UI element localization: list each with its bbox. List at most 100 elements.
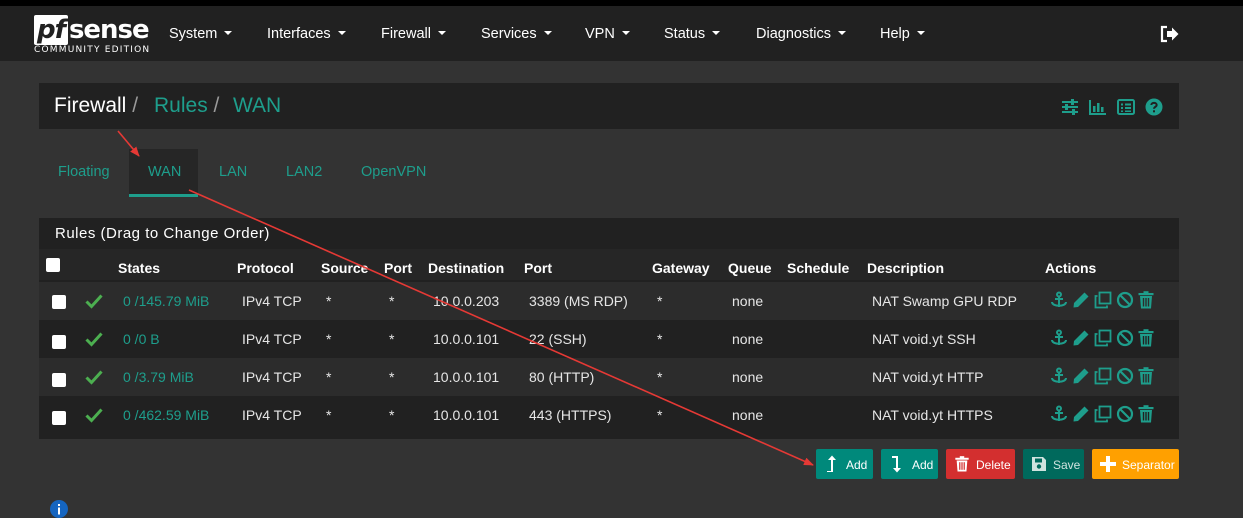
states-link[interactable]: 0 /145.79 MiB — [123, 293, 209, 309]
nav-services[interactable]: Services — [481, 26, 552, 42]
column-header-actions: Actions — [1045, 260, 1097, 276]
nav-vpn[interactable]: VPN — [585, 26, 630, 42]
bar-chart-icon[interactable] — [1089, 98, 1107, 116]
queue-cell: none — [732, 331, 764, 347]
protocol-cell: IPv4 TCP — [242, 407, 302, 423]
question-circle-icon[interactable] — [1145, 98, 1163, 116]
copy-icon[interactable] — [1094, 291, 1112, 309]
column-header-protocol[interactable]: Protocol — [237, 260, 294, 276]
nav-firewall[interactable]: Firewall — [381, 26, 446, 42]
separator-label: Separator — [1122, 458, 1175, 472]
states-link[interactable]: 0 /462.59 MiB — [123, 407, 209, 423]
add-rule-top-button[interactable]: Add — [816, 449, 873, 479]
sliders-icon[interactable] — [1061, 98, 1079, 116]
logo-wordmark: pf sense — [34, 15, 150, 45]
states-link[interactable]: 0 /3.79 MiB — [123, 369, 194, 385]
logo-edition: COMMUNITY EDITION — [34, 45, 151, 55]
column-header-source-port[interactable]: Port — [384, 260, 412, 276]
pencil-icon[interactable] — [1072, 291, 1090, 309]
pencil-icon[interactable] — [1072, 329, 1090, 347]
level-up-icon — [827, 455, 836, 472]
tab-floating[interactable]: Floating — [58, 164, 110, 180]
trash-icon[interactable] — [1137, 367, 1155, 385]
select-all-checkbox[interactable] — [46, 258, 60, 272]
list-alt-icon[interactable] — [1117, 98, 1135, 116]
row-select-checkbox[interactable] — [52, 373, 66, 387]
description-cell: NAT void.yt HTTPS — [872, 407, 993, 423]
trash-icon[interactable] — [1137, 291, 1155, 309]
add-rule-bottom-button[interactable]: Add — [881, 449, 938, 479]
tab-lan2[interactable]: LAN2 — [286, 164, 322, 180]
row-select-checkbox[interactable] — [52, 411, 66, 425]
nav-interfaces[interactable]: Interfaces — [267, 26, 346, 42]
breadcrumb-rules[interactable]: Rules / — [154, 94, 219, 118]
tab-lan[interactable]: LAN — [219, 164, 247, 180]
pfsense-logo[interactable]: pf sense COMMUNITY EDITION — [34, 15, 150, 57]
row-select-checkbox[interactable] — [52, 335, 66, 349]
destination-port-cell: 3389 (MS RDP) — [529, 293, 628, 309]
tab-wan[interactable]: WAN — [148, 164, 181, 180]
trash-icon[interactable] — [1137, 329, 1155, 347]
column-header-queue[interactable]: Queue — [728, 260, 772, 276]
anchor-icon[interactable] — [1050, 405, 1068, 423]
source-port-cell: * — [389, 331, 395, 347]
ban-icon[interactable] — [1116, 291, 1134, 309]
gateway-cell: * — [657, 293, 663, 309]
info-icon[interactable] — [50, 500, 68, 518]
column-header-destination-port[interactable]: Port — [524, 260, 552, 276]
delete-label: Delete — [976, 458, 1011, 472]
sign-out-icon[interactable] — [1160, 25, 1180, 43]
table-header: States Protocol Source Port Destination … — [39, 249, 1179, 280]
column-header-states[interactable]: States — [118, 260, 160, 276]
breadcrumb-wan[interactable]: WAN — [233, 94, 281, 118]
caret-down-icon — [224, 31, 233, 36]
trash-icon[interactable] — [1137, 405, 1155, 423]
row-select-checkbox[interactable] — [52, 295, 66, 309]
description-cell: NAT void.yt SSH — [872, 331, 976, 347]
anchor-icon[interactable] — [1050, 291, 1068, 309]
copy-icon[interactable] — [1094, 367, 1112, 385]
tab-openvpn[interactable]: OpenVPN — [361, 164, 426, 180]
check-icon — [85, 408, 103, 423]
ban-icon[interactable] — [1116, 329, 1134, 347]
caret-down-icon — [543, 31, 552, 36]
column-header-schedule[interactable]: Schedule — [787, 260, 849, 276]
destination-cell: 10.0.0.101 — [433, 369, 500, 385]
table-row[interactable]: 0 /145.79 MiB IPv4 TCP * * 10.0.0.203 33… — [39, 282, 1179, 320]
destination-port-cell: 22 (SSH) — [529, 331, 587, 347]
source-port-cell: * — [389, 407, 395, 423]
pencil-icon[interactable] — [1072, 367, 1090, 385]
ban-icon[interactable] — [1116, 367, 1134, 385]
anchor-icon[interactable] — [1050, 329, 1068, 347]
anchor-icon[interactable] — [1050, 367, 1068, 385]
destination-port-cell: 80 (HTTP) — [529, 369, 595, 385]
nav-system[interactable]: System — [169, 26, 233, 42]
protocol-cell: IPv4 TCP — [242, 331, 302, 347]
copy-icon[interactable] — [1094, 405, 1112, 423]
column-header-source[interactable]: Source — [321, 260, 368, 276]
states-link[interactable]: 0 /0 B — [123, 331, 160, 347]
table-row[interactable]: 0 /0 B IPv4 TCP * * 10.0.0.101 22 (SSH) … — [39, 320, 1179, 358]
copy-icon[interactable] — [1094, 329, 1112, 347]
column-header-description[interactable]: Description — [867, 260, 944, 276]
delete-button[interactable]: Delete — [946, 449, 1015, 479]
ban-icon[interactable] — [1116, 405, 1134, 423]
caret-down-icon — [437, 31, 446, 36]
table-row[interactable]: 0 /3.79 MiB IPv4 TCP * * 10.0.0.101 80 (… — [39, 358, 1179, 396]
queue-cell: none — [732, 293, 764, 309]
caret-down-icon — [837, 31, 846, 36]
source-port-cell: * — [389, 369, 395, 385]
check-icon — [85, 332, 103, 347]
source-cell: * — [326, 369, 332, 385]
save-button[interactable]: Save — [1023, 449, 1084, 479]
nav-diagnostics[interactable]: Diagnostics — [756, 26, 846, 42]
nav-help[interactable]: Help — [880, 26, 925, 42]
separator-button[interactable]: Separator — [1092, 449, 1179, 479]
nav-status[interactable]: Status — [664, 26, 721, 42]
add-top-label: Add — [846, 458, 868, 472]
column-header-gateway[interactable]: Gateway — [652, 260, 710, 276]
table-row[interactable]: 0 /462.59 MiB IPv4 TCP * * 10.0.0.101 44… — [39, 396, 1179, 434]
pencil-icon[interactable] — [1072, 405, 1090, 423]
breadcrumb-firewall: Firewall / — [54, 94, 139, 117]
column-header-destination[interactable]: Destination — [428, 260, 504, 276]
